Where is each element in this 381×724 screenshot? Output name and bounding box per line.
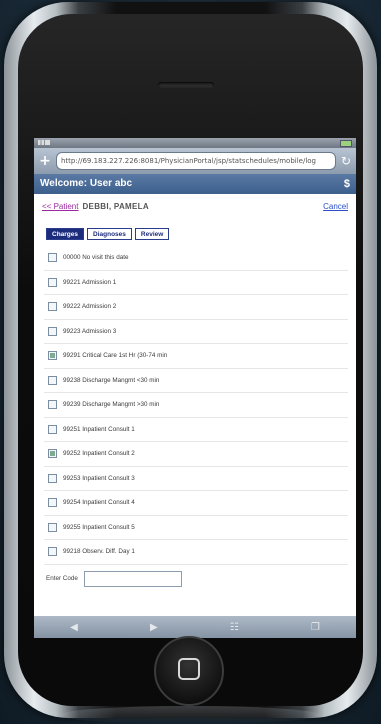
tab-review[interactable]: Review	[134, 228, 170, 240]
code-label: 99238 Discharge Mangmt <30 min	[63, 376, 160, 384]
list-item[interactable]: 99254 Inpatient Consult 4	[44, 491, 348, 516]
patient-row: << Patient DEBBI, PAMELA Cancel	[34, 194, 356, 218]
code-checkbox[interactable]	[48, 351, 57, 361]
reload-icon[interactable]: ↻	[340, 154, 352, 168]
patient-back-link[interactable]: << Patient	[42, 202, 78, 211]
list-item[interactable]: 99222 Admission 2	[44, 295, 348, 320]
list-item[interactable]: 99253 Inpatient Consult 3	[44, 467, 348, 491]
tab-diagnoses[interactable]: Diagnoses	[87, 228, 132, 240]
signal-icon	[38, 140, 50, 145]
code-label: 99254 Inpatient Consult 4	[63, 499, 135, 507]
code-checkbox[interactable]	[48, 449, 57, 459]
earpiece-speaker	[158, 82, 214, 88]
code-checkbox[interactable]	[48, 302, 57, 312]
code-checkbox[interactable]	[48, 473, 57, 483]
tab-charges[interactable]: Charges	[46, 228, 85, 240]
code-checkbox[interactable]	[48, 277, 57, 287]
code-checkbox[interactable]	[48, 375, 57, 385]
list-item[interactable]: 99291 Critical Care 1st Hr (30-74 min	[44, 344, 348, 369]
code-checkbox[interactable]	[48, 424, 57, 434]
phone-screen: + http://69.183.227.226:8081/PhysicianPo…	[34, 138, 356, 638]
code-label: 99253 Inpatient Consult 3	[63, 474, 135, 482]
list-item[interactable]: 99238 Discharge Mangmt <30 min	[44, 369, 348, 393]
enter-code-input[interactable]	[83, 570, 182, 587]
code-label: 99239 Discharge Mangmt >30 min	[63, 401, 160, 409]
tab-bar: Charges Diagnoses Review	[46, 228, 356, 240]
welcome-text: Welcome: User abc	[40, 178, 133, 189]
code-checkbox[interactable]	[48, 326, 57, 336]
list-item[interactable]: 99239 Discharge Mangmt >30 min	[44, 393, 348, 418]
list-item[interactable]: 99221 Admission 1	[44, 271, 348, 295]
code-label: 99251 Inpatient Consult 1	[63, 425, 135, 433]
code-label: 99221 Admission 1	[63, 278, 117, 286]
charge-code-list: 00000 No visit this date 99221 Admission…	[44, 246, 348, 565]
enter-code-row: Enter Code	[46, 569, 356, 589]
code-label: 99255 Inpatient Consult 5	[63, 523, 135, 531]
list-item[interactable]: 99218 Observ. Diff. Day 1	[44, 540, 348, 565]
code-label: 99291 Critical Care 1st Hr (30-74 min	[63, 352, 168, 360]
browser-toolbar: ◀ ▶ ☷ ❐	[34, 616, 356, 638]
list-item[interactable]: 99251 Inpatient Consult 1	[44, 418, 348, 442]
back-arrow-icon[interactable]: ◀	[70, 622, 78, 633]
stage: + http://69.183.227.226:8081/PhysicianPo…	[0, 0, 381, 724]
code-checkbox[interactable]	[48, 253, 57, 263]
home-button[interactable]	[154, 636, 224, 706]
code-label: 00000 No visit this date	[63, 254, 129, 262]
home-square-icon	[178, 658, 200, 680]
code-checkbox[interactable]	[48, 547, 57, 557]
patient-name: DEBBI, PAMELA	[82, 201, 149, 211]
bookmarks-icon[interactable]: ☷	[230, 622, 239, 633]
forward-arrow-icon[interactable]: ▶	[150, 622, 158, 633]
code-label: 99218 Observ. Diff. Day 1	[63, 548, 135, 556]
code-checkbox[interactable]	[48, 400, 57, 410]
code-label: 99222 Admission 2	[63, 303, 117, 311]
list-item[interactable]: 00000 No visit this date	[44, 246, 348, 271]
list-item[interactable]: 99252 Inpatient Consult 2	[44, 442, 348, 467]
pages-icon[interactable]: ❐	[311, 622, 320, 633]
welcome-bar: Welcome: User abc $	[34, 174, 356, 194]
code-label: 99252 Inpatient Consult 2	[63, 450, 135, 458]
dollar-icon[interactable]: $	[344, 174, 350, 194]
battery-icon	[340, 140, 352, 147]
add-bookmark-icon[interactable]: +	[38, 154, 52, 168]
browser-address-bar: + http://69.183.227.226:8081/PhysicianPo…	[34, 148, 356, 174]
status-bar	[34, 138, 356, 148]
list-item[interactable]: 99223 Admission 3	[44, 320, 348, 344]
code-label: 99223 Admission 3	[63, 327, 117, 335]
cancel-link[interactable]: Cancel	[323, 202, 348, 211]
code-checkbox[interactable]	[48, 498, 57, 508]
phone-reflection	[60, 706, 320, 724]
url-field[interactable]: http://69.183.227.226:8081/PhysicianPort…	[56, 152, 336, 170]
list-item[interactable]: 99255 Inpatient Consult 5	[44, 516, 348, 540]
enter-code-label: Enter Code	[46, 575, 78, 582]
code-checkbox[interactable]	[48, 522, 57, 532]
